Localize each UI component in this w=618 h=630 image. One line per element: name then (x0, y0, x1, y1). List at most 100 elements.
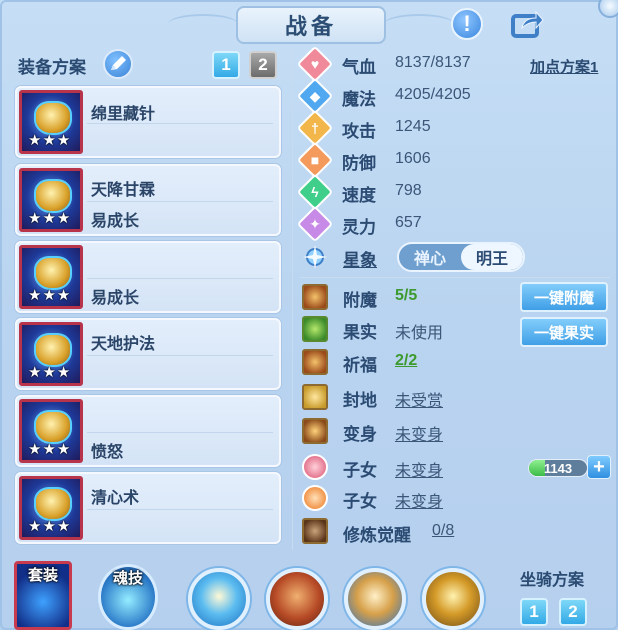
stat-label: 魔法 (342, 90, 376, 109)
stat-value: 657 (395, 214, 422, 231)
mount-plan-label: 坐骑方案 (520, 572, 585, 589)
child-value-2[interactable]: 未变身 (395, 488, 443, 512)
sword-glyph: † (311, 120, 319, 136)
star-sign-label[interactable]: 星象 (343, 246, 377, 271)
stat-label: 速度 (342, 186, 376, 205)
star-rating: ★★★ (28, 364, 72, 381)
edit-plan-button[interactable] (103, 49, 133, 79)
star-sign-icon (303, 245, 327, 269)
panel-divider (292, 50, 293, 550)
stat-row-speed: ϟ 速度 798 (296, 173, 610, 211)
fruit-label: 果实 (343, 323, 377, 342)
page-title: 战备 (236, 6, 386, 44)
equip-effect-2: 愤怒 (91, 444, 124, 461)
divider (87, 123, 273, 124)
equip-plan-2-button[interactable]: 2 (249, 51, 277, 79)
seal-land-label: 封地 (343, 391, 377, 410)
stat-row-mp: ◆ 魔法 4205/4205 (296, 77, 610, 115)
equip-slot-belt[interactable]: ★★★ 愤怒 (15, 395, 281, 467)
equip-slot-helmet[interactable]: ★★★ 天降甘霖 易成长 (15, 164, 281, 236)
exp-value: 1143 (543, 461, 573, 476)
helmet-item-icon: ★★★ (19, 168, 83, 232)
stat-label: 攻击 (342, 122, 376, 141)
one-click-enchant-button[interactable]: 一键附魔 (520, 282, 608, 312)
mana-glyph: ◆ (309, 87, 321, 104)
equip-effect-1: 天降甘霖 (91, 182, 156, 199)
equip-slot-weapon[interactable]: ★★★ 绵里藏针 (15, 86, 281, 158)
necklace-item-icon: ★★★ (19, 322, 83, 386)
cultivation-value[interactable]: 0/8 (432, 522, 454, 540)
equip-slot-armor[interactable]: ★★★ 易成长 (15, 241, 281, 313)
blessing-value[interactable]: 2/2 (395, 352, 417, 370)
close-orb-icon[interactable] (598, 0, 618, 18)
seal-land-value[interactable]: 未受赏 (395, 387, 443, 411)
info-alert-icon[interactable]: ! (451, 8, 483, 40)
stat-value: 8137/8137 (395, 54, 471, 71)
equip-effect-1: 清心术 (91, 490, 140, 507)
skill-orb-warrior-icon[interactable] (344, 568, 406, 630)
soul-skill-label: 魂技 (112, 570, 143, 587)
enchant-icon (302, 284, 328, 310)
star-rating: ★★★ (28, 210, 72, 227)
star-rating: ★★★ (28, 518, 72, 535)
stat-label: 气血 (342, 58, 376, 77)
stat-row-attack: † 攻击 1245 (296, 109, 610, 147)
equip-plan-1-button[interactable]: 1 (212, 51, 240, 79)
star-rating: ★★★ (28, 132, 72, 149)
transform-icon (302, 418, 328, 444)
equip-effect-2: 易成长 (91, 213, 140, 230)
skill-orb-meditation-icon[interactable] (188, 568, 250, 630)
soul-skill-button[interactable]: 魂技 (98, 564, 158, 630)
stat-label: 灵力 (342, 218, 376, 237)
stat-row-hp: ♥ 气血 8137/8137 (296, 45, 610, 83)
toggle-option-zen[interactable]: 禅心 (399, 244, 461, 270)
equip-effect-2: 易成长 (91, 290, 140, 307)
toggle-option-mingwang[interactable]: 明王 (461, 244, 523, 270)
star-rating: ★★★ (28, 287, 72, 304)
mount-plan-2-button[interactable]: 2 (559, 598, 587, 626)
boots-item-icon: ★★★ (19, 476, 83, 540)
child-value-1[interactable]: 未变身 (395, 457, 443, 481)
exp-bar: 1143 (528, 459, 588, 477)
suit-button[interactable]: 套装 (14, 561, 72, 630)
fruit-icon (302, 316, 328, 342)
skill-orb-wall-icon[interactable] (266, 568, 328, 630)
stat-row-defense: ■ 防御 1606 (296, 141, 610, 179)
blessing-label: 祈福 (343, 356, 377, 375)
belt-item-icon: ★★★ (19, 399, 83, 463)
blessing-icon (302, 349, 328, 375)
child-boy-icon (302, 485, 328, 511)
transform-label: 变身 (343, 425, 377, 444)
child-girl-icon (302, 454, 328, 480)
equip-slot-necklace[interactable]: ★★★ 天地护法 (15, 318, 281, 390)
suit-label: 套装 (27, 567, 58, 584)
skill-orb-monk-icon[interactable] (422, 568, 484, 630)
one-click-fruit-button[interactable]: 一键果实 (520, 317, 608, 347)
divider (87, 355, 273, 356)
divider (87, 201, 273, 202)
shield-glyph: ■ (310, 152, 320, 168)
stat-label: 防御 (342, 154, 376, 173)
mount-plan-1-button[interactable]: 1 (520, 598, 548, 626)
child-label-2: 子女 (343, 492, 377, 511)
heart-glyph: ♥ (310, 56, 320, 72)
seal-land-icon (302, 384, 328, 410)
divider (87, 509, 273, 510)
enchant-label: 附魔 (343, 291, 377, 310)
add-exp-button[interactable]: + (587, 455, 611, 479)
spirit-glyph: ✦ (309, 215, 321, 232)
equip-slot-boots[interactable]: ★★★ 清心术 (15, 472, 281, 544)
share-icon[interactable] (510, 8, 544, 40)
pencil-icon (111, 56, 126, 70)
transform-value[interactable]: 未变身 (395, 421, 443, 445)
equip-effect-1: 绵里藏针 (91, 106, 156, 123)
fruit-value: 未使用 (395, 325, 444, 342)
divider (87, 432, 273, 433)
stat-value: 1606 (395, 150, 431, 167)
divider (87, 278, 273, 279)
equip-effect-1: 天地护法 (91, 336, 156, 353)
stat-row-spirit: ✦ 灵力 657 (296, 205, 610, 243)
star-sign-toggle[interactable]: 禅心 明王 (397, 242, 525, 272)
stat-value: 1245 (395, 118, 431, 135)
bolt-glyph: ϟ (311, 184, 319, 200)
